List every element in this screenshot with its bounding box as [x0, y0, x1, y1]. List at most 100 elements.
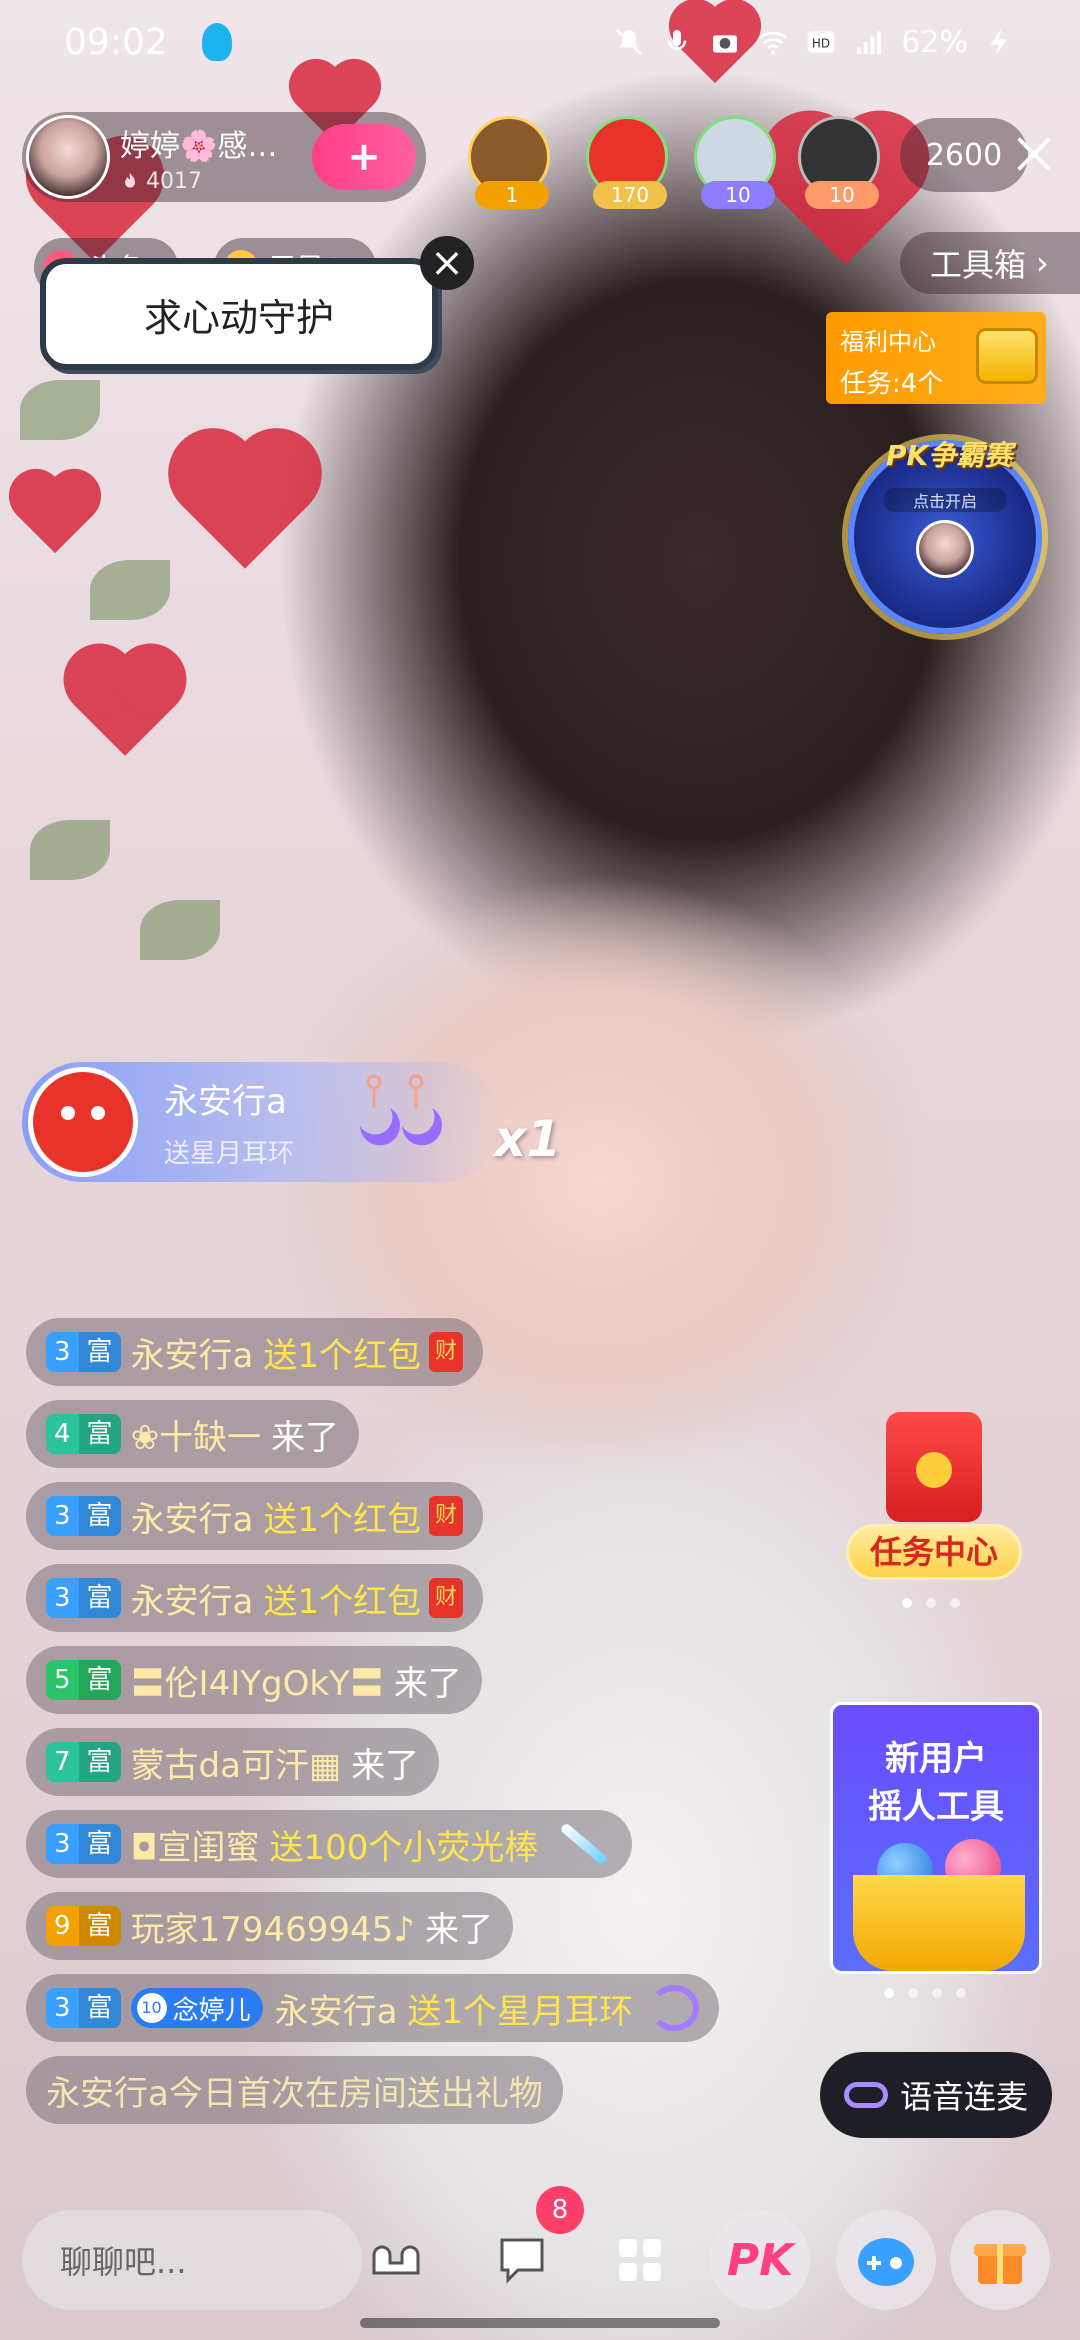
task-center-label: 任务中心 — [846, 1524, 1022, 1580]
viewer-badge: 10 — [805, 181, 879, 209]
wealth-level-badge: 4富 — [46, 1414, 121, 1454]
status-bar: 09:02 HD 62% — [0, 0, 1080, 84]
wealth-level-badge: 3富 — [46, 1578, 121, 1618]
wealth-level-badge: 7富 — [46, 1742, 121, 1782]
new-user-tool-card[interactable]: 新用户 摇人工具 — [830, 1702, 1042, 1974]
viewer-badge: 1 — [475, 181, 549, 209]
chat-message[interactable]: 3富 永安行a 送1个红包 财 — [26, 1564, 484, 1632]
leaf-decoration — [30, 820, 110, 880]
grid-icon — [619, 2239, 661, 2281]
task-carousel-dots — [902, 1598, 960, 1608]
viewer-avatar[interactable]: 10 — [798, 116, 880, 209]
chat-message[interactable]: 3富 永安行a 送1个红包 财 — [26, 1482, 484, 1550]
chat-message[interactable]: 9富 玩家179469945♪ 来了 — [26, 1892, 513, 1960]
sofa-seat-button[interactable] — [346, 2210, 446, 2310]
new-user-subtitle: 摇人工具 — [868, 1787, 1004, 1827]
host-name: 婷婷🌸感… — [120, 128, 278, 164]
welfare-center-button[interactable]: 福利中心 任务:4个 — [826, 312, 1046, 404]
viewer-badge: 170 — [593, 181, 667, 209]
chat-username[interactable]: 永安行a — [131, 1574, 254, 1623]
close-icon: × — [430, 240, 464, 286]
chat-gift-text: 送1个星月耳环 — [407, 1991, 634, 2032]
chat-username[interactable]: 〓伦I4IYgOkY〓 — [131, 1656, 384, 1705]
chat-arrival-text: 来了 — [351, 1745, 420, 1786]
chat-message[interactable]: 5富 〓伦I4IYgOkY〓 来了 — [26, 1646, 482, 1714]
chat-gift-text: 送1个红包 — [263, 1335, 422, 1376]
treasure-chest-icon — [976, 328, 1038, 384]
wealth-level-badge: 3富 — [46, 1824, 121, 1864]
red-envelope-icon: 财 — [429, 1578, 464, 1618]
mute-bell-icon — [616, 29, 643, 55]
battery-percent: 62% — [901, 24, 968, 60]
voice-link-label: 语音连麦 — [899, 2078, 1028, 2116]
guard-request-banner[interactable]: 求心动守护 — [40, 258, 438, 370]
heart-decoration — [74, 654, 176, 756]
gift-action: 送星月耳环 — [164, 1139, 295, 1169]
red-envelope-icon: 财 — [429, 1496, 464, 1536]
viewer-count[interactable]: 2600 — [900, 118, 1028, 192]
signal-icon — [857, 31, 882, 54]
fan-club-badge: 10 念婷儿 — [130, 1988, 263, 2028]
wifi-icon — [759, 31, 788, 55]
chat-message[interactable]: 4富 ❀十缺一 来了 — [26, 1400, 360, 1468]
voice-link-button[interactable]: 语音连麦 — [820, 2052, 1052, 2138]
chat-username[interactable]: 玩家179469945♪ — [131, 1902, 415, 1951]
chat-message[interactable]: 3富 ◘宣闺蜜 送100个小荧光棒 — [26, 1810, 633, 1878]
chat-feed: 3富 永安行a 送1个红包 财 4富 ❀十缺一 来了 3富 永安行a 送1个红包… — [26, 1318, 796, 2138]
host-avatar[interactable] — [26, 115, 110, 199]
chat-input[interactable]: 聊聊吧... — [22, 2210, 362, 2310]
chat-arrival-text: 来了 — [424, 1909, 493, 1950]
heart-decoration — [16, 476, 94, 554]
more-apps-button[interactable] — [590, 2210, 690, 2310]
toolbox-label: 工具箱 — [930, 246, 1027, 284]
microphone-icon — [667, 30, 687, 50]
chat-username[interactable]: 永安行a — [131, 1328, 254, 1377]
gifter-name: 永安行a — [164, 1082, 287, 1122]
message-count-badge: 8 — [536, 2186, 584, 2234]
chat-username[interactable]: ❀十缺一 — [131, 1410, 262, 1459]
chat-gift-text: 送100个小荧光棒 — [269, 1827, 539, 1868]
leaf-decoration — [140, 900, 220, 960]
banner-close-button[interactable]: × — [420, 236, 474, 290]
gift-button[interactable] — [950, 2210, 1050, 2310]
gift-multiplier: x1 — [494, 1110, 562, 1168]
chat-message[interactable]: 3富 10 念婷儿 永安行a 送1个星月耳环 — [26, 1974, 720, 2042]
toolbox-button[interactable]: 工具箱 › — [900, 232, 1080, 294]
system-message-text: 永安行a今日首次在房间送出礼物 — [46, 2073, 543, 2114]
wealth-level-badge: 3富 — [46, 1496, 121, 1536]
gift-box-icon — [974, 2244, 1026, 2284]
viewer-avatar[interactable]: 170 — [586, 116, 668, 209]
chat-arrival-text: 来了 — [271, 1417, 340, 1458]
chat-username[interactable]: ◘宣闺蜜 — [131, 1820, 260, 1869]
earring-icon — [649, 1985, 700, 2031]
chat-gift-text: 送1个红包 — [263, 1499, 422, 1540]
chevron-right-icon: › — [1036, 244, 1049, 282]
pk-button[interactable]: PK — [710, 2210, 810, 2310]
viewer-avatar[interactable]: 10 — [694, 116, 776, 209]
red-envelope-icon — [886, 1412, 982, 1522]
chat-message[interactable]: 3富 永安行a 送1个红包 财 — [26, 1318, 484, 1386]
fan-level: 10 — [136, 1993, 167, 2023]
robot-plus-icon — [858, 2238, 914, 2286]
chat-username[interactable]: 永安行a — [275, 1984, 398, 2033]
host-likes: 4017 — [120, 169, 277, 194]
chat-message[interactable]: 7富 蒙古da可汗▦ 来了 — [26, 1728, 440, 1796]
gifter-avatar[interactable] — [28, 1067, 138, 1177]
chat-arrival-text: 来了 — [393, 1663, 462, 1704]
interaction-button[interactable] — [836, 2210, 936, 2310]
task-center-button[interactable]: 任务中心 — [846, 1412, 1022, 1582]
leaf-decoration — [20, 380, 100, 440]
message-icon — [500, 2238, 544, 2284]
home-indicator — [360, 2318, 720, 2328]
follow-button[interactable]: + — [312, 124, 416, 190]
host-info-pill[interactable]: 婷婷🌸感… 4017 + — [22, 112, 426, 202]
close-icon[interactable] — [1012, 132, 1056, 176]
system-message: 永安行a今日首次在房间送出礼物 — [26, 2056, 563, 2124]
chat-gift-text: 送1个红包 — [263, 1581, 422, 1622]
pk-avatar — [916, 520, 974, 578]
bottom-action-bar: 聊聊吧... 8 PK — [0, 2186, 1080, 2328]
chat-username[interactable]: 永安行a — [131, 1492, 254, 1541]
pk-subtitle: 点击开启 — [884, 488, 1006, 512]
chat-username[interactable]: 蒙古da可汗▦ — [131, 1738, 342, 1787]
viewer-avatar[interactable]: 1 — [468, 116, 550, 209]
